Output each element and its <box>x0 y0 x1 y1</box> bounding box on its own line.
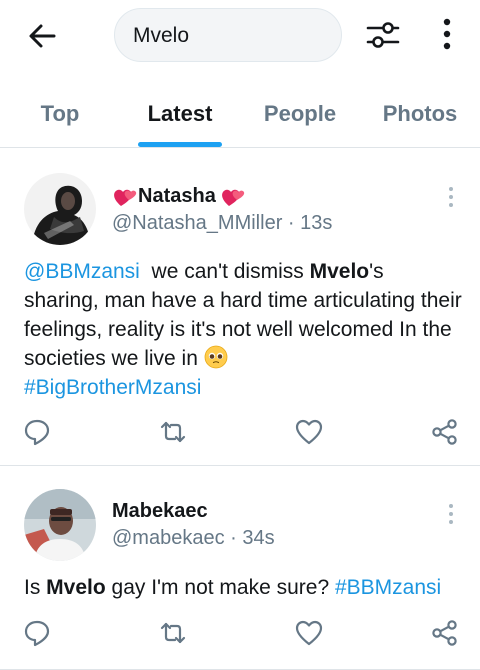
retweet-icon <box>160 622 186 644</box>
share-button[interactable] <box>430 417 460 447</box>
display-name-text: Natasha <box>138 185 216 207</box>
share-icon <box>432 419 457 445</box>
more-vertical-icon <box>443 18 451 50</box>
display-name-text: Mabekaec <box>112 500 208 522</box>
pleading-face-emoji-icon <box>204 345 228 369</box>
separator: · <box>230 527 237 549</box>
search-highlight: Mvelo <box>46 576 106 599</box>
back-button[interactable] <box>26 20 58 52</box>
more-vertical-icon <box>449 187 453 207</box>
text-segment: we can't dismiss <box>139 260 310 283</box>
timestamp[interactable]: 34s <box>242 527 274 549</box>
reply-icon <box>24 419 50 446</box>
tweet-text: @BBMzansi we can't dismiss Mvelo's shari… <box>24 257 464 402</box>
avatar[interactable] <box>24 173 96 245</box>
tab-people[interactable]: People <box>252 84 348 148</box>
search-filter-button[interactable] <box>364 16 402 54</box>
text-segment: gay I'm not make sure? <box>105 576 335 599</box>
text-segment: Is <box>24 576 47 599</box>
avatar-photo <box>24 489 96 561</box>
reply-icon <box>24 620 50 647</box>
heart-emoji-icon <box>221 189 244 206</box>
tab-photos[interactable]: Photos <box>372 84 468 148</box>
like-button[interactable] <box>294 417 324 447</box>
handle-line: @Natasha_MMiller · 13s <box>112 212 332 235</box>
tab-latest[interactable]: Latest <box>130 84 230 148</box>
heart-icon <box>295 620 323 646</box>
reply-button[interactable] <box>22 417 52 447</box>
search-highlight: Mvelo <box>309 260 370 283</box>
filter-sliders-icon <box>366 22 400 48</box>
handle[interactable]: @Natasha_MMiller <box>112 212 282 234</box>
share-icon <box>432 620 457 646</box>
like-button[interactable] <box>294 618 324 648</box>
reply-button[interactable] <box>22 618 52 648</box>
retweet-button[interactable] <box>158 618 188 648</box>
display-name[interactable]: Natasha <box>112 185 246 208</box>
avatar-photo <box>24 173 96 245</box>
handle[interactable]: @mabekaec <box>112 527 225 549</box>
search-input[interactable] <box>133 22 323 50</box>
arrow-left-icon <box>29 24 56 48</box>
more-options-button[interactable] <box>436 16 458 54</box>
tab-top[interactable]: Top <box>18 84 102 148</box>
avatar[interactable] <box>24 489 96 561</box>
top-bar <box>0 0 480 76</box>
tweet-options-button[interactable] <box>444 185 458 211</box>
display-name[interactable]: Mabekaec <box>112 500 208 523</box>
tweet-text: Is Mvelo gay I'm not make sure? #BBMzans… <box>24 573 464 602</box>
hashtag-link[interactable]: #BigBrotherMzansi <box>24 376 201 399</box>
timestamp[interactable]: 13s <box>300 212 332 234</box>
tweet-options-button[interactable] <box>444 502 458 528</box>
retweet-button[interactable] <box>158 417 188 447</box>
hashtag-link[interactable]: #BBMzansi <box>335 576 441 599</box>
separator: · <box>287 212 295 234</box>
tweet[interactable]: Mabekaec @mabekaec · 34s Is Mvelo gay I'… <box>0 466 480 670</box>
retweet-icon <box>160 421 186 443</box>
active-tab-indicator <box>138 142 222 147</box>
share-button[interactable] <box>430 618 460 648</box>
more-vertical-icon <box>449 504 453 524</box>
heart-icon <box>295 419 323 445</box>
tweet[interactable]: Natasha @Natasha_MMiller · 13s @BBMzansi… <box>0 149 480 466</box>
mention-link[interactable]: @BBMzansi <box>24 260 140 283</box>
handle-line: @mabekaec · 34s <box>112 527 275 550</box>
search-box[interactable] <box>114 8 342 62</box>
heart-emoji-icon <box>114 189 137 206</box>
search-tabs: Top Latest People Photos <box>0 84 480 148</box>
